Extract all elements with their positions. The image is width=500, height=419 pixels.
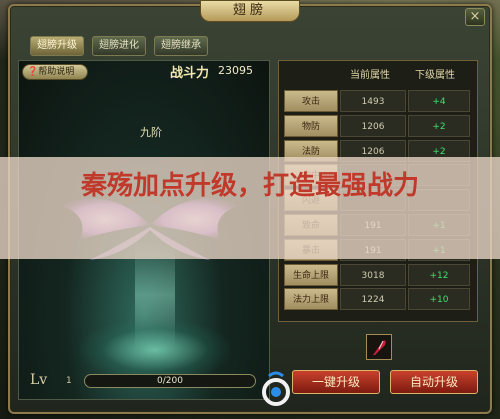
help-button[interactable]: ❓帮助说明 <box>22 64 88 80</box>
window-title: 翅膀 <box>200 0 300 22</box>
stat-current-value: 3018 <box>340 263 406 286</box>
feather-item-icon <box>373 340 386 355</box>
stat-upgrade-value: +2 <box>408 114 470 137</box>
combat-power-label: 战斗力 <box>170 66 210 81</box>
wing-stage-label: 九阶 <box>140 126 162 139</box>
stat-upgrade-value: +4 <box>408 90 470 112</box>
stat-name: 物防 <box>284 114 338 137</box>
stat-row: 攻击 1493 +4 <box>284 90 472 112</box>
level-label: Lv <box>30 372 48 388</box>
close-button[interactable]: × <box>465 8 485 26</box>
stat-upgrade-value: +12 <box>408 263 470 286</box>
material-slot[interactable] <box>366 334 392 360</box>
stat-upgrade-value: +10 <box>408 288 470 311</box>
stat-name: 法力上限 <box>284 288 338 311</box>
stats-header-upgrade: 下级属性 <box>415 70 455 81</box>
help-label: 帮助说明 <box>38 67 75 77</box>
headline-text: 秦殇加点升级，打造最强战力 <box>80 171 419 201</box>
level-value: 1 <box>66 376 72 386</box>
experience-text: 0/200 <box>157 376 183 386</box>
stat-name: 生命上限 <box>284 263 338 286</box>
stat-row: 物防 1206 +2 <box>284 114 472 137</box>
site-logo-icon <box>262 371 290 406</box>
stat-name: 攻击 <box>284 90 338 112</box>
stats-header-current: 当前属性 <box>350 70 390 81</box>
tab-wing-upgrade[interactable]: 翅膀升级 <box>30 36 84 56</box>
stat-current-value: 1493 <box>340 90 406 112</box>
tab-wing-evolve[interactable]: 翅膀进化 <box>92 36 146 56</box>
stat-current-value: 1224 <box>340 288 406 311</box>
combat-power-value: 23095 <box>218 64 253 77</box>
help-icon: ❓ <box>27 67 39 77</box>
tab-wing-inherit[interactable]: 翅膀继承 <box>154 36 208 56</box>
experience-bar: 0/200 <box>84 374 256 388</box>
stat-current-value: 1206 <box>340 114 406 137</box>
stat-row: 生命上限 3018 +12 <box>284 263 472 286</box>
pedestal-glow <box>80 320 230 380</box>
auto-upgrade-button[interactable]: 自动升级 <box>390 370 478 394</box>
stat-row: 法力上限 1224 +10 <box>284 288 472 311</box>
one-click-upgrade-button[interactable]: 一键升级 <box>292 370 380 394</box>
